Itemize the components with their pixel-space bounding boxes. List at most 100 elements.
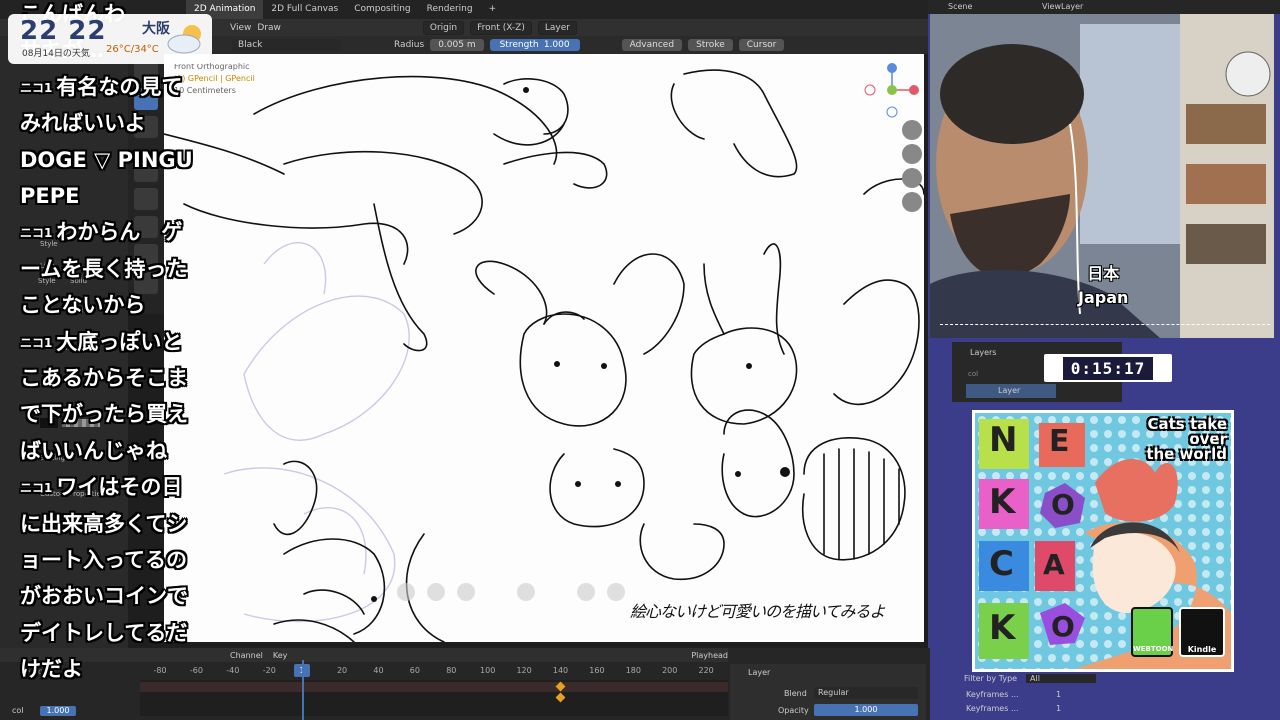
keyframes-label-2: Keyframes ...	[966, 704, 1019, 713]
layer-props-title: Layer	[748, 668, 771, 677]
draw-menu[interactable]: Draw	[257, 23, 281, 33]
chat-message-text: ことないから	[20, 293, 146, 318]
layer-row-active[interactable]: Layer	[966, 384, 1056, 398]
advanced-dropdown[interactable]: Advanced	[621, 39, 683, 51]
strength-label: Strength	[499, 40, 539, 50]
chat-message: デイトレしてるだ	[20, 615, 187, 652]
drawing-canvas[interactable]	[164, 54, 924, 642]
cover-letter-o2: O	[1051, 610, 1075, 643]
chat-message-text: で下がったら買え	[20, 402, 188, 427]
camera-view-icon[interactable]	[902, 168, 922, 188]
radius-field[interactable]: 0.005 m	[430, 39, 484, 51]
cover-title-line3: the world	[1146, 445, 1227, 463]
sketch-strokes	[164, 69, 924, 642]
tab-compositing[interactable]: Compositing	[346, 0, 418, 19]
chat-overlay: こんばんわサキが…ニコ1有名なの見てみればいいよDOGE ▽ PINGUPEPE…	[0, 0, 240, 720]
pan-icon[interactable]	[902, 144, 922, 164]
kindle-badge: Kindle	[1179, 607, 1225, 657]
frame-tick-label: 220	[698, 666, 714, 675]
chat-message-text: ばいいんじゃね	[20, 438, 167, 463]
playhead-line[interactable]	[302, 660, 304, 720]
navigation-gizmo[interactable]	[862, 60, 922, 120]
weather-temp: 26°C/34°C	[106, 44, 159, 55]
radius-label: Radius	[394, 40, 425, 50]
chat-message-text: こあるからそこま	[20, 366, 188, 390]
webtoon-badge: WEBTOON	[1131, 607, 1173, 657]
chat-message-text: けだよ	[20, 657, 83, 682]
chat-message: ばいいんじゃね	[20, 433, 167, 470]
clock-time: 22 22	[20, 16, 107, 46]
clock-date: 08月14日の天気	[22, 49, 90, 59]
viewlayer-label[interactable]: ViewLayer	[1042, 2, 1083, 11]
location-jp: 日本	[1087, 264, 1120, 283]
chat-user-tag: ニコ1	[20, 335, 53, 350]
chat-user-tag: ニコ1	[20, 481, 53, 496]
chat-message: ニコ1 有名なの見て	[20, 69, 182, 109]
chat-message-text: DOGE ▽ PINGU	[20, 147, 193, 172]
cursor-dropdown[interactable]: Cursor	[738, 39, 785, 51]
tab-rendering[interactable]: Rendering	[419, 0, 481, 19]
location-en: Japan	[1078, 288, 1129, 307]
layers-title: Layers	[970, 348, 997, 357]
stream-timer: 0:15:17	[1044, 354, 1172, 382]
scene-bar: Scene ViewLayer	[928, 0, 1280, 14]
chat-message: DOGE ▽ PINGU	[20, 142, 193, 179]
webcam-divider	[940, 324, 1270, 325]
chat-message: ことないから	[20, 287, 145, 324]
timer-text: 0:15:17	[1061, 355, 1155, 381]
cover-letter-k: K	[989, 482, 1016, 522]
keyframes-value-1[interactable]: 1	[1056, 690, 1061, 699]
filter-label: Filter by Type	[964, 674, 1018, 683]
chat-message: けだよ	[20, 651, 83, 688]
layer-dropdown[interactable]: Layer	[537, 20, 577, 35]
stroke-dropdown[interactable]: Stroke	[688, 39, 733, 51]
material-dropdown[interactable]: Black	[232, 39, 342, 51]
strength-field[interactable]: Strength 1.000	[489, 39, 580, 51]
chat-message-text: 有名なの見て	[56, 74, 183, 99]
chat-message: ームを長く持った	[20, 251, 187, 288]
frame-tick-label: -20	[262, 666, 276, 675]
front-view-dropdown[interactable]: Front (X-Z)	[470, 20, 532, 35]
chat-message-text: ョート入ってるの	[20, 548, 187, 572]
filter-dropdown[interactable]: All	[1026, 674, 1096, 683]
opacity-field[interactable]: 1.000	[814, 704, 918, 716]
chat-message: ニコ1 大底っぽいと	[20, 324, 182, 364]
keyframes-value-2[interactable]: 1	[1056, 704, 1061, 713]
origin-dropdown[interactable]: Origin	[422, 20, 465, 35]
cover-letter-o: O	[1051, 488, 1075, 521]
location-label: 日本 Japan	[1078, 262, 1128, 310]
tab-2d-full-canvas[interactable]: 2D Full Canvas	[263, 0, 346, 19]
zoom-icon[interactable]	[902, 120, 922, 140]
handwritten-caption: 絵心ないけど可愛いのを描いてみるよ	[630, 602, 886, 621]
book-cover: N E K O C A K O Cats take over the world…	[972, 410, 1234, 672]
chat-message-text: ワイはその日	[56, 475, 183, 500]
chat-message-text: ームを長く持った	[20, 256, 188, 281]
chat-message: PEPE	[20, 178, 79, 215]
chat-message: がおおいコインで	[20, 578, 188, 615]
frame-tick-label: 120	[516, 666, 532, 675]
blend-label: Blend	[784, 689, 807, 698]
chat-user-tag: ニコ1	[20, 226, 53, 241]
playhead-dropdown[interactable]: Playhead	[691, 651, 728, 660]
layer-properties: Layer Blend Regular Opacity 1.000	[730, 664, 926, 720]
frame-tick-label: 200	[662, 666, 678, 675]
opacity-label: Opacity	[778, 706, 809, 715]
chat-user-tag: ニコ1	[20, 80, 53, 95]
add-workspace-button[interactable]: +	[481, 0, 505, 19]
chat-message: に出来高多くてシ	[20, 506, 187, 543]
blend-dropdown[interactable]: Regular	[814, 687, 918, 699]
chat-message-text: わからん ゲ	[56, 220, 183, 245]
chat-message-text: 大底っぽいと	[56, 329, 183, 354]
scene-label[interactable]: Scene	[948, 2, 972, 11]
key-menu[interactable]: Key	[273, 651, 288, 660]
frame-tick-label: 80	[446, 666, 457, 675]
keyframes-label-1: Keyframes ...	[966, 690, 1019, 699]
chat-message: こあるからそこま	[20, 360, 188, 397]
cover-letter-n: N	[989, 420, 1018, 460]
orthographic-toggle-icon[interactable]	[902, 192, 922, 212]
layer-row-col[interactable]: col	[968, 370, 1028, 378]
chat-message: で下がったら買え	[20, 396, 188, 433]
frame-tick-label: 40	[373, 666, 384, 675]
frame-tick-label: 160	[589, 666, 605, 675]
chat-message-text: みればいいよ	[20, 111, 146, 136]
